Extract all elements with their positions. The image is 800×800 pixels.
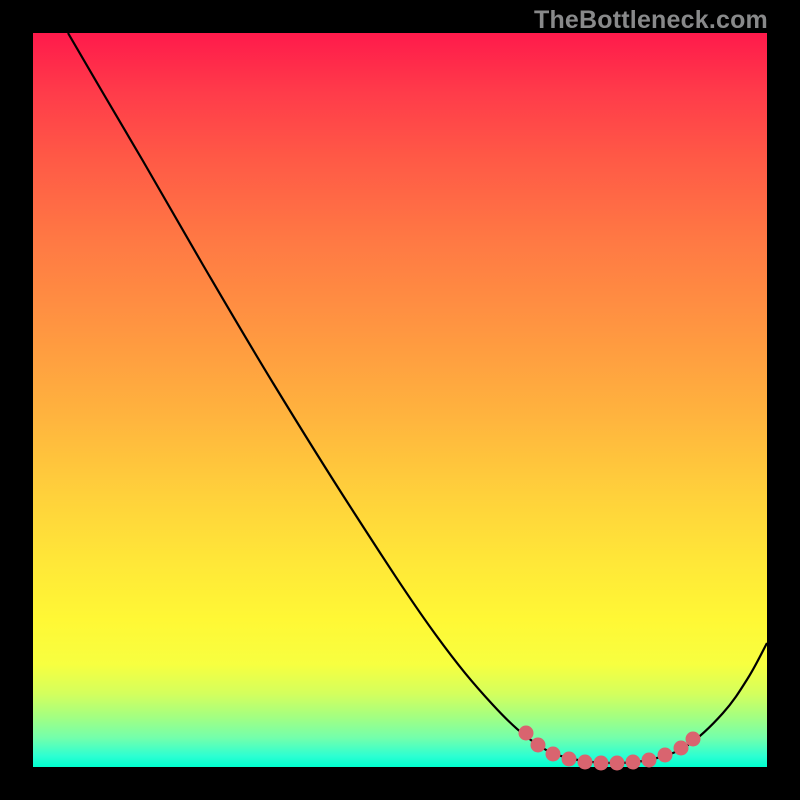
watermark-text: TheBottleneck.com (534, 6, 768, 35)
bottom-dot (531, 738, 546, 753)
chart-frame: TheBottleneck.com (0, 0, 800, 800)
bottom-dot (519, 726, 534, 741)
bottom-dot (578, 755, 593, 770)
bottom-dot (626, 755, 641, 770)
bottom-dot (674, 741, 689, 756)
bottom-dot (642, 753, 657, 768)
bottom-dot (610, 756, 625, 771)
bottom-dot (594, 756, 609, 771)
bottom-dot (658, 748, 673, 763)
bottom-dot (546, 747, 561, 762)
curve-line (68, 33, 767, 763)
chart-plot-area (33, 33, 767, 767)
bottom-dot (562, 752, 577, 767)
bottom-dot (686, 732, 701, 747)
chart-svg (33, 33, 767, 767)
